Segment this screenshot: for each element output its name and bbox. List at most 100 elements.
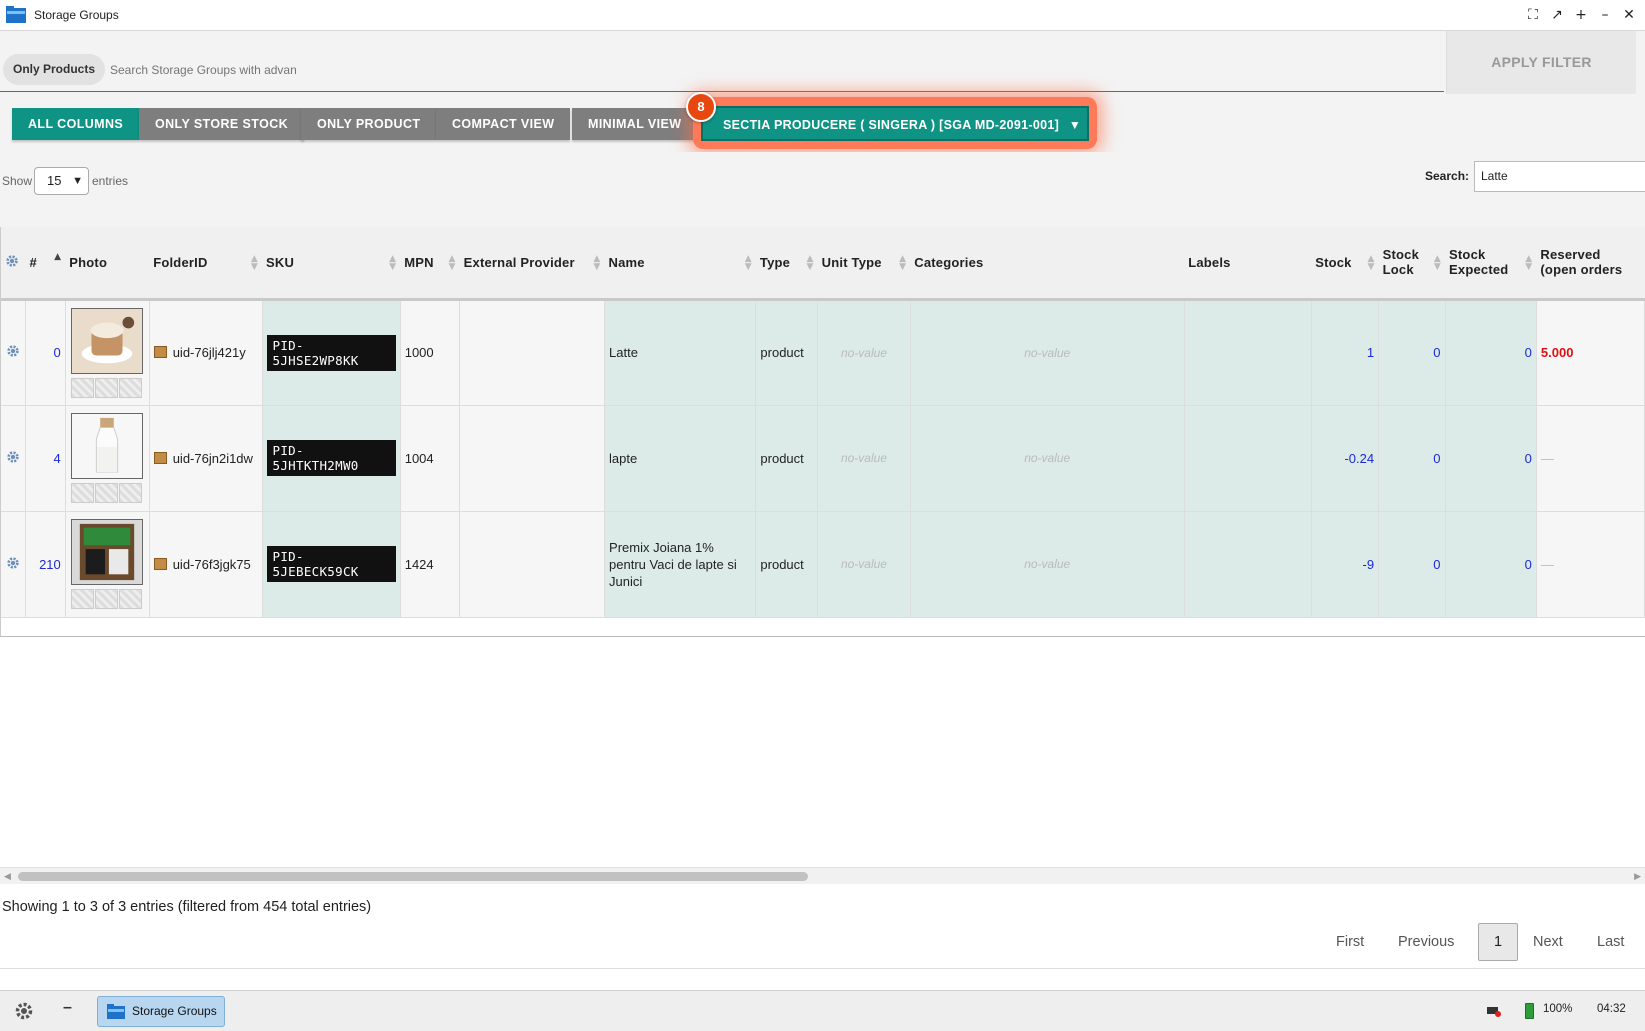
column-header-reserved[interactable]: Reserved (open orders [1536, 227, 1645, 301]
table-info: Showing 1 to 3 of 3 entries (filtered fr… [2, 899, 372, 915]
name-cell[interactable]: Premix Joiana 1% pentru Vaci de lapte si… [604, 511, 757, 618]
taskbar-item-storage-groups[interactable]: Storage Groups [97, 996, 225, 1027]
only-product-button[interactable]: ONLY PRODUCT [301, 108, 437, 140]
pagination-previous[interactable]: Previous [1398, 923, 1454, 961]
column-header-stock-expected[interactable]: Stock Expected ▲ ▼ [1445, 227, 1537, 301]
column-header-mpn[interactable]: MPN ▲ ▼ [400, 227, 460, 301]
sort-icon: ▲ ▼ [1367, 254, 1375, 272]
labels-cell [1184, 299, 1312, 406]
photo-cell[interactable] [65, 405, 150, 512]
stock-expected-cell[interactable]: 0 [1445, 511, 1537, 618]
gear-icon[interactable] [6, 344, 20, 358]
row-settings-cell[interactable] [1, 405, 26, 512]
row-index[interactable]: 0 [25, 299, 66, 406]
popout-icon[interactable]: ↗ [1549, 5, 1565, 25]
minimize-all-icon[interactable]: – [63, 999, 72, 1017]
name-cell[interactable]: Latte [604, 299, 757, 406]
type-cell: product [755, 405, 819, 512]
compact-view-button[interactable]: COMPACT VIEW [436, 108, 571, 140]
labels-cell [1184, 511, 1312, 618]
column-header-type[interactable]: Type ▲ ▼ [755, 227, 818, 301]
maximize-icon[interactable]: + [1573, 5, 1589, 25]
column-header-name[interactable]: Name ▲ ▼ [604, 227, 756, 301]
photo-cell[interactable] [65, 511, 150, 618]
minimal-view-button[interactable]: MINIMAL VIEW [572, 108, 698, 140]
sku-cell[interactable]: PID-5JEBECK59CK [262, 511, 401, 618]
column-header-labels[interactable]: Labels [1184, 227, 1312, 301]
table-row[interactable]: 210 uid-76f3jgk75 PID-5JEBECK59CK 1424 P… [1, 511, 1645, 618]
row-index[interactable]: 210 [25, 511, 66, 618]
sort-icon: ▲ ▼ [806, 254, 814, 272]
column-settings-header[interactable] [1, 227, 26, 301]
product-photo[interactable] [70, 413, 143, 479]
column-header-sku[interactable]: SKU ▲ ▼ [262, 227, 401, 301]
column-header-photo[interactable]: Photo [65, 227, 150, 301]
search-underline [0, 91, 1444, 92]
sort-icon: ▲ ▼ [250, 254, 259, 272]
store-select[interactable]: SECTIA PRODUCERE ( SINGERA ) [SGA MD-209… [701, 106, 1089, 141]
stock-lock-cell[interactable]: 0 [1378, 299, 1446, 406]
title-bar: Storage Groups ⛶ ↗ + – ✕ [0, 0, 1645, 31]
sort-asc-icon: ▲ [54, 252, 62, 262]
column-header-folderid[interactable]: FolderID ▲ ▼ [149, 227, 263, 301]
reserved-cell[interactable]: 5.000 [1536, 299, 1645, 406]
sku-cell[interactable]: PID-5JHTKTH2MW0 [262, 405, 401, 512]
folder-cell[interactable]: uid-76jlj421y [149, 299, 263, 406]
row-settings-cell[interactable] [1, 299, 26, 406]
apply-filter-button[interactable]: APPLY FILTER [1446, 31, 1636, 94]
scroll-left-icon[interactable]: ◀ [4, 871, 11, 882]
sort-icon: ▲ ▼ [1433, 254, 1442, 272]
column-header-external-provider[interactable]: External Provider ▲ ▼ [459, 227, 605, 301]
scrollbar-thumb[interactable] [18, 872, 808, 881]
stock-lock-cell[interactable]: 0 [1378, 511, 1446, 618]
product-photo[interactable] [70, 307, 143, 374]
type-cell: product [755, 511, 819, 618]
table-search-input[interactable]: Latte [1474, 161, 1645, 192]
column-header-categories[interactable]: Categories [910, 227, 1185, 301]
window-title: Storage Groups [34, 8, 119, 22]
row-index[interactable]: 4 [25, 405, 66, 512]
name-cell[interactable]: lapte [604, 405, 757, 512]
stock-expected-cell[interactable]: 0 [1445, 405, 1537, 512]
only-products-chip[interactable]: Only Products [3, 54, 106, 85]
gear-icon[interactable] [5, 254, 19, 268]
column-header-index[interactable]: # ▲ [25, 227, 66, 301]
reserved-cell[interactable]: — [1536, 405, 1645, 512]
entries-select[interactable]: 15 ▼ [34, 167, 89, 195]
product-photo[interactable] [70, 519, 143, 585]
reserved-cell[interactable]: — [1536, 511, 1645, 618]
column-header-stock[interactable]: Stock ▲ ▼ [1311, 227, 1379, 301]
column-header-unit-type[interactable]: Unit Type ▲ ▼ [817, 227, 911, 301]
all-columns-button[interactable]: ALL COLUMNS [12, 108, 140, 140]
close-icon[interactable]: ✕ [1621, 5, 1637, 25]
table-row[interactable]: 0 uid-76jlj421y PID-5JHSE2WP8KK 1000 Lat… [1, 299, 1645, 406]
table-row[interactable]: 4 uid-76jn2i1dw PID-5JHTKTH2MW0 1004 lap… [1, 405, 1645, 512]
network-disconnected-icon[interactable] [1487, 1005, 1501, 1017]
stock-cell[interactable]: 1 [1311, 299, 1380, 406]
pagination-next[interactable]: Next [1533, 923, 1563, 961]
sku-badge: PID-5JHSE2WP8KK [266, 334, 396, 371]
horizontal-scrollbar[interactable]: ◀ ▶ [0, 867, 1645, 884]
gear-icon[interactable] [6, 450, 20, 464]
stock-expected-cell[interactable]: 0 [1445, 299, 1537, 406]
folder-cell[interactable]: uid-76jn2i1dw [149, 405, 263, 512]
settings-gear-icon[interactable] [14, 1001, 34, 1021]
pagination-current-page[interactable]: 1 [1478, 923, 1518, 961]
only-store-stock-button[interactable]: ONLY STORE STOCK [139, 108, 305, 140]
minimize-icon[interactable]: – [1597, 5, 1613, 25]
pagination-first[interactable]: First [1336, 923, 1364, 961]
sku-cell[interactable]: PID-5JHSE2WP8KK [262, 299, 401, 406]
scroll-right-icon[interactable]: ▶ [1634, 871, 1641, 882]
photo-cell[interactable] [65, 299, 150, 406]
pagination-last[interactable]: Last [1597, 923, 1624, 961]
stock-cell[interactable]: -9 [1311, 511, 1380, 618]
gear-icon[interactable] [6, 556, 20, 570]
stock-lock-cell[interactable]: 0 [1378, 405, 1446, 512]
fullscreen-icon[interactable]: ⛶ [1525, 5, 1541, 25]
advanced-search-input[interactable] [108, 59, 308, 81]
column-header-stock-lock[interactable]: Stock Lock ▲ ▼ [1378, 227, 1446, 301]
folder-cell[interactable]: uid-76f3jgk75 [149, 511, 263, 618]
stock-cell[interactable]: -0.24 [1311, 405, 1380, 512]
chevron-down-icon: ▼ [72, 175, 83, 187]
row-settings-cell[interactable] [1, 511, 26, 618]
